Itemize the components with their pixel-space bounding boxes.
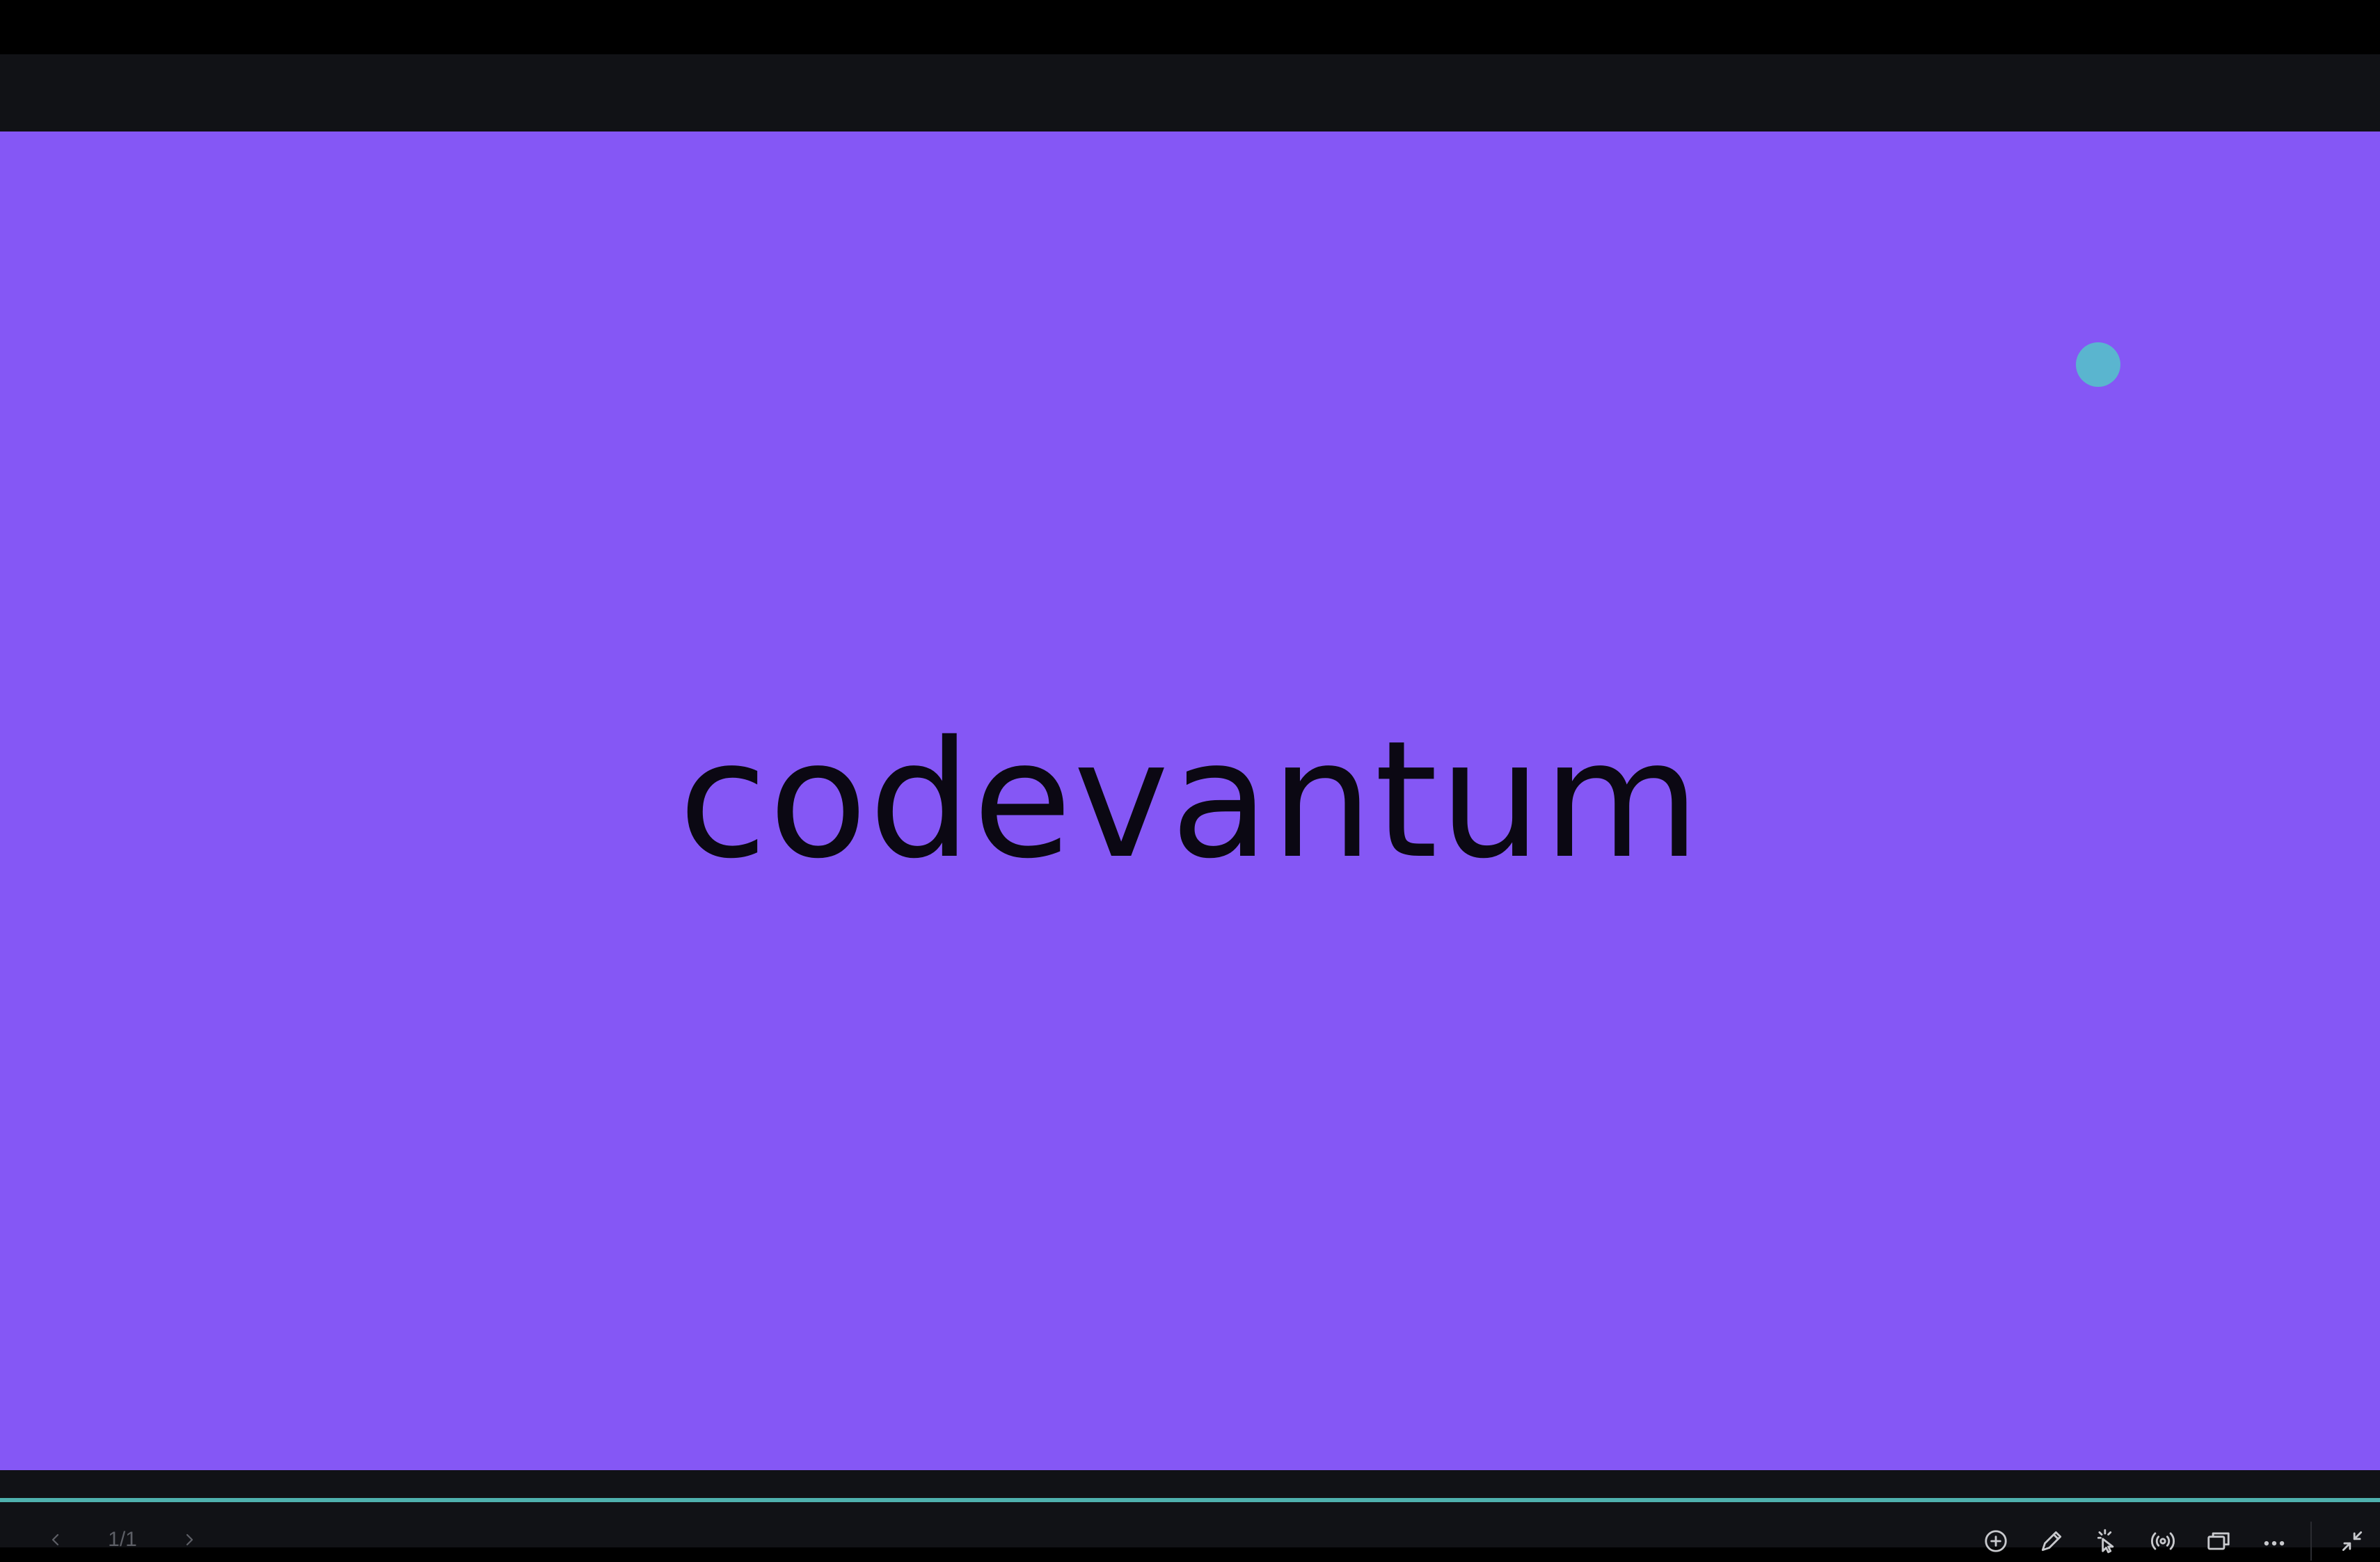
slide-navigation: 1/1 [42, 1526, 203, 1554]
next-slide-button[interactable] [175, 1526, 203, 1554]
slide-title: codevantum [679, 706, 1701, 894]
more-icon [2264, 1541, 2285, 1546]
presentation-top-bar [0, 54, 2380, 132]
presenter-view-button[interactable] [2191, 1520, 2246, 1562]
chevron-right-icon [186, 1533, 193, 1546]
chevron-left-icon [51, 1533, 59, 1546]
exit-fullscreen-button[interactable] [2324, 1520, 2380, 1562]
slide-progress-fill [0, 1498, 2380, 1502]
page-counter: 1/1 [108, 1528, 137, 1551]
zoom-in-icon [1985, 1530, 2007, 1552]
laser-pointer-icon [2097, 1529, 2114, 1554]
presenter-view-icon [2207, 1532, 2230, 1550]
toolbar-divider [2310, 1522, 2312, 1561]
pointer-dot [2076, 342, 2120, 387]
laser-pointer-button[interactable] [2079, 1520, 2135, 1562]
zoom-button[interactable] [1968, 1520, 2024, 1562]
pen-button[interactable] [2024, 1520, 2079, 1562]
slide-progress-bar[interactable] [0, 1498, 2380, 1502]
pen-icon [2041, 1531, 2062, 1552]
presentation-controls-bar: 1/1 [0, 1470, 2380, 1561]
broadcast-icon [2150, 1532, 2175, 1550]
broadcast-button[interactable] [2135, 1520, 2191, 1562]
exit-fullscreen-icon [2342, 1531, 2363, 1552]
window-top-edge [0, 0, 2380, 54]
more-options-button[interactable] [2246, 1520, 2302, 1562]
prev-slide-button[interactable] [42, 1526, 70, 1554]
presentation-toolbar [1968, 1520, 2380, 1562]
